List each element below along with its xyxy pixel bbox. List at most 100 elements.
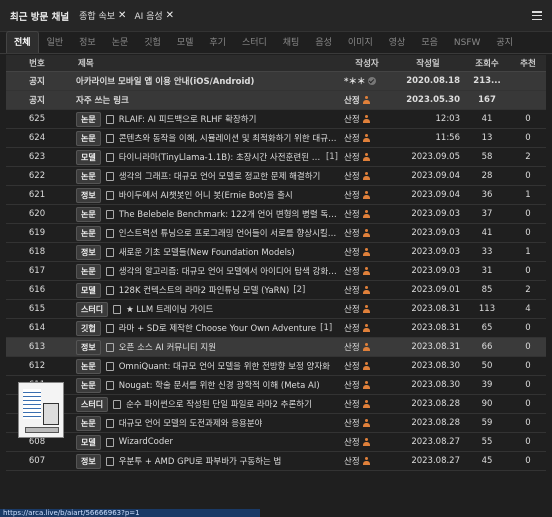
post-title-cell[interactable]: 아카라이브 모바일 앱 이용 안내(iOS/Android) [68, 75, 338, 87]
post-title[interactable]: ★ LLM 트레이닝 가이드 [126, 303, 213, 315]
post-title-cell[interactable]: 자주 쓰는 링크 [68, 94, 338, 106]
author-cell[interactable]: 산정 [338, 398, 396, 410]
post-title-cell[interactable]: 모델 타이니라마(TinyLlama-1.1B): 초장시간 사전훈련된 컴팩트.… [68, 149, 338, 165]
author-name[interactable]: 산정 [344, 455, 360, 467]
table-row[interactable]: 614 깃헙 라마 + SD로 제작한 Choose Your Own Advent… [6, 319, 546, 338]
table-row[interactable]: 622 논문 생각의 그래프: 대규모 언어 모델로 정교한 문제 해결하기 산정 20… [6, 167, 546, 186]
post-title[interactable]: 새로운 기초 모델들(New Foundation Models) [119, 246, 295, 258]
post-title-cell[interactable]: 논문 OmniQuant: 대규모 언어 모델을 위한 전방향 보정 양자화 [68, 358, 338, 374]
category-badge[interactable]: 스터디 [76, 396, 109, 412]
author-cell[interactable]: 산정 [338, 455, 396, 467]
author-name[interactable]: 산정 [344, 189, 360, 201]
author-name[interactable]: 산정 [344, 417, 360, 429]
author-name[interactable]: 산정 [344, 341, 360, 353]
post-title-cell[interactable]: 정보 새로운 기초 모델들(New Foundation Models) [68, 244, 338, 260]
post-title-cell[interactable]: 모델 128K 컨텍스트의 라마2 파인튜닝 모델 (YaRN) [2] [68, 282, 338, 298]
tab-5[interactable]: 모델 [169, 31, 202, 53]
post-title[interactable]: 아카라이브 모바일 앱 이용 안내(iOS/Android) [76, 75, 254, 87]
col-num-header[interactable]: 번호 [6, 57, 68, 69]
table-row[interactable]: 615 스터디 ★ LLM 트레이닝 가이드 산정 2023.08.31 113 4 [6, 300, 546, 319]
author-name[interactable]: 산정 [344, 379, 360, 391]
tab-7[interactable]: 스터디 [234, 31, 275, 53]
table-row[interactable]: 613 정보 오픈 소스 AI 커뮤니티 지원 산정 2023.08.31 66 0 [6, 338, 546, 357]
category-badge[interactable]: 모델 [76, 282, 101, 298]
post-title[interactable]: 대규모 언어 모델의 도전과제와 응용분야 [119, 417, 263, 429]
table-row[interactable]: 624 논문 콘텐츠와 동작을 이해, 시뮬레이션 및 최적화하기 위한 대규모 .… [6, 129, 546, 148]
tab-3[interactable]: 논문 [104, 31, 137, 53]
table-row[interactable]: 617 논문 생각의 알고리즘: 대규모 언어 모델에서 아이디어 탐색 강화하기.… [6, 262, 546, 281]
post-title-cell[interactable]: 논문 콘텐츠와 동작을 이해, 시뮬레이션 및 최적화하기 위한 대규모 ... [68, 130, 338, 146]
post-title[interactable]: 인스트럭션 튜닝으로 프로그래밍 언어들이 서로를 향상시킬 수 ... [119, 227, 338, 239]
tab-2[interactable]: 정보 [71, 31, 104, 53]
category-badge[interactable]: 정보 [76, 187, 101, 203]
author-name[interactable]: 산정 [344, 227, 360, 239]
close-icon[interactable]: ✕ [118, 10, 126, 21]
category-badge[interactable]: 논문 [76, 130, 101, 146]
tab-9[interactable]: 음성 [307, 31, 340, 53]
table-row[interactable]: 616 모델 128K 컨텍스트의 라마2 파인튜닝 모델 (YaRN) [2] 산정 2… [6, 281, 546, 300]
post-title[interactable]: 라마 + SD로 제작한 Choose Your Own Adventure [119, 322, 316, 334]
author-name[interactable]: 산정 [344, 208, 360, 220]
author-cell[interactable]: 산정 [338, 246, 396, 258]
author-cell[interactable]: 산정 [338, 322, 396, 334]
post-title-cell[interactable]: 논문 인스트럭션 튜닝으로 프로그래밍 언어들이 서로를 향상시킬 수 ... [68, 225, 338, 241]
table-row[interactable]: 610스터디순수 파이썬으로 작성된 단일 파일로 라마2 추론하기산정2023… [6, 395, 546, 414]
author-name[interactable]: *＊＊ [344, 75, 365, 87]
category-badge[interactable]: 스터디 [76, 301, 109, 317]
col-author-header[interactable]: 작성자 [338, 57, 396, 69]
tab-6[interactable]: 후기 [201, 31, 234, 53]
author-cell[interactable]: 산정 [338, 151, 396, 163]
post-title-cell[interactable]: 스터디 ★ LLM 트레이닝 가이드 [68, 301, 338, 317]
category-badge[interactable]: 정보 [76, 244, 101, 260]
author-name[interactable]: 산정 [344, 151, 360, 163]
post-title[interactable]: 바이두에서 AI챗봇인 어니 봇(Ernie Bot)을 출시 [119, 189, 293, 201]
author-name[interactable]: 산정 [344, 303, 360, 315]
channel-chip-ai-voice[interactable]: AI 음성 ✕ [134, 9, 174, 22]
post-title[interactable]: 자주 쓰는 링크 [76, 94, 129, 106]
post-title-cell[interactable]: 스터디 순수 파이썬으로 작성된 단일 파일로 라마2 추론하기 [68, 396, 338, 412]
post-title-cell[interactable]: 정보 바이두에서 AI챗봇인 어니 봇(Ernie Bot)을 출시 [68, 187, 338, 203]
post-title[interactable]: 128K 컨텍스트의 라마2 파인튜닝 모델 (YaRN) [119, 284, 290, 296]
menu-icon[interactable] [532, 11, 542, 20]
col-title-header[interactable]: 제목 [68, 57, 338, 69]
author-cell[interactable]: 산정 [338, 436, 396, 448]
post-title[interactable]: 순수 파이썬으로 작성된 단일 파일로 라마2 추론하기 [126, 398, 312, 410]
author-cell[interactable]: 산정 [338, 170, 396, 182]
author-cell[interactable]: 산정 [338, 227, 396, 239]
category-badge[interactable]: 논문 [76, 168, 101, 184]
tab-13[interactable]: NSFW [446, 31, 489, 53]
close-icon[interactable]: ✕ [166, 10, 174, 21]
author-cell[interactable]: 산정 [338, 189, 396, 201]
table-row[interactable]: 607 정보 우분투 + AMD GPU로 파부바가 구동하는 법 산정 2023.08… [6, 452, 546, 471]
post-title-cell[interactable]: 모델 WizardCoder [68, 434, 338, 450]
post-title[interactable]: WizardCoder [119, 437, 173, 447]
tab-8[interactable]: 채팅 [275, 31, 308, 53]
table-row[interactable]: 609논문대규모 언어 모델의 도전과제와 응용분야산정2023.08.2859… [6, 414, 546, 433]
tab-4[interactable]: 깃헙 [136, 31, 169, 53]
author-cell[interactable]: 산정 [338, 265, 396, 277]
author-name[interactable]: 산정 [344, 284, 360, 296]
table-row[interactable]: 619 논문 인스트럭션 튜닝으로 프로그래밍 언어들이 서로를 향상시킬 수 ..… [6, 224, 546, 243]
author-cell[interactable]: 산정 [338, 360, 396, 372]
table-row[interactable]: 공지 자주 쓰는 링크 산정 2023.05.30 167 [6, 91, 546, 110]
tab-14[interactable]: 공지 [488, 31, 521, 53]
post-title-cell[interactable]: 논문 The Belebele Benchmark: 122개 언어 변형의 병렬… [68, 206, 338, 222]
table-row[interactable]: 공지 아카라이브 모바일 앱 이용 안내(iOS/Android) *＊＊ 2020.… [6, 72, 546, 91]
post-title[interactable]: 타이니라마(TinyLlama-1.1B): 초장시간 사전훈련된 컴팩트... [119, 151, 322, 163]
tab-10[interactable]: 이미지 [340, 31, 381, 53]
table-row[interactable]: 618 정보 새로운 기초 모델들(New Foundation Models) 산정… [6, 243, 546, 262]
post-title[interactable]: 오픈 소스 AI 커뮤니티 지원 [119, 341, 216, 353]
category-badge[interactable]: 논문 [76, 225, 101, 241]
author-cell[interactable]: 산정 [338, 417, 396, 429]
author-name[interactable]: 산정 [344, 113, 360, 125]
post-title[interactable]: Nougat: 학술 문서를 위한 신경 광학적 이해 (Meta AI) [119, 379, 320, 391]
post-title-cell[interactable]: 깃헙 라마 + SD로 제작한 Choose Your Own Adventure… [68, 320, 338, 336]
tab-1[interactable]: 일반 [39, 31, 72, 53]
author-cell[interactable]: 산정 [338, 132, 396, 144]
table-row[interactable]: 612 논문 OmniQuant: 대규모 언어 모델을 위한 전방향 보정 양자화… [6, 357, 546, 376]
category-badge[interactable]: 논문 [76, 415, 101, 431]
author-cell[interactable]: 산정 [338, 303, 396, 315]
post-title-cell[interactable]: 논문 Nougat: 학술 문서를 위한 신경 광학적 이해 (Meta AI) [68, 377, 338, 393]
post-title[interactable]: 생각의 알고리즘: 대규모 언어 모델에서 아이디어 탐색 강화하기... [119, 265, 338, 277]
post-title[interactable]: OmniQuant: 대규모 언어 모델을 위한 전방향 보정 양자화 [119, 360, 330, 372]
